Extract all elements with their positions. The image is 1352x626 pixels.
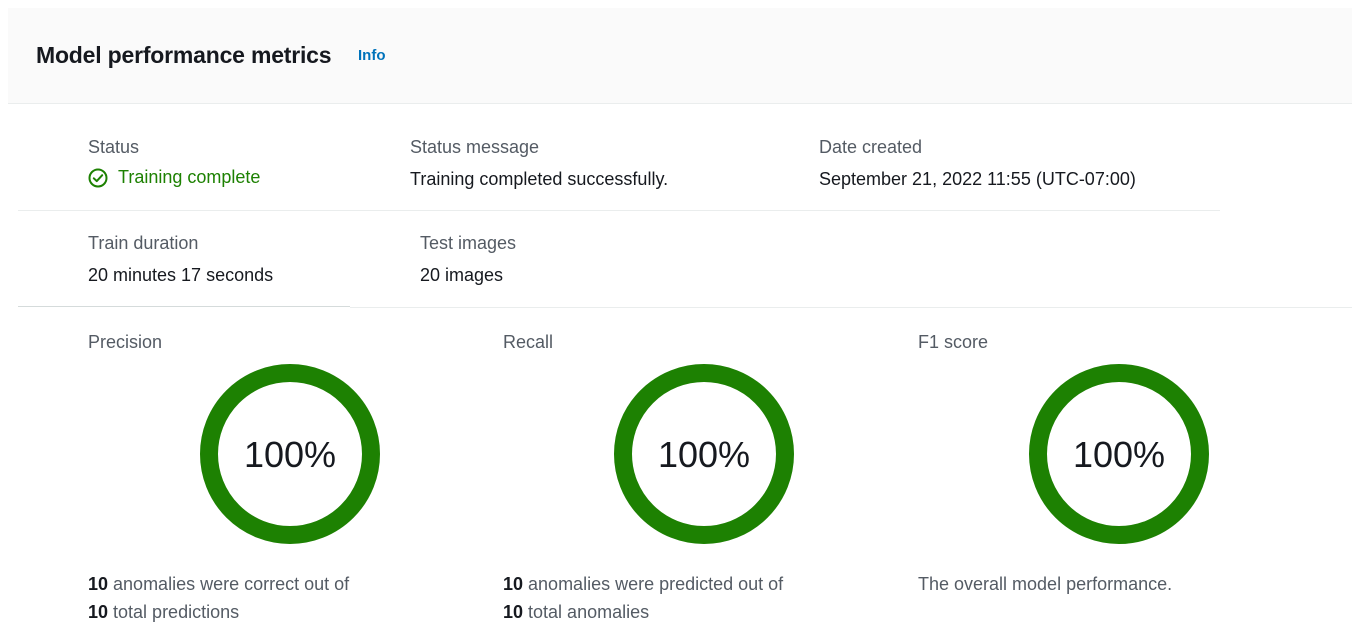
date-created-value: September 21, 2022 11:55 (UTC-07:00) [819,169,1136,189]
train-duration-label: Train duration [88,233,199,253]
precision-label: Precision [88,332,163,352]
f1-score-label: F1 score [918,332,989,352]
f1-score-description: The overall model performance. [918,574,1173,594]
page-title: Model performance metrics [36,42,332,68]
model-performance-panel: Model performance metrics Info Status Tr… [0,0,1352,622]
precision-value: 100% [243,434,337,475]
status-message-label: Status message [410,137,540,157]
row-divider [18,306,350,307]
f1-score-ring: 100% [1029,364,1209,544]
date-created-label: Date created [819,137,923,157]
panel-header: Model performance metrics Info [8,8,1352,104]
status-label: Status [88,137,140,157]
status-message-value: Training completed successfully. [410,169,669,189]
precision-description: 10 anomalies were correct out of 10 tota… [88,574,350,622]
info-link[interactable]: Info [358,47,386,64]
recall-label: Recall [503,332,554,352]
recall-value: 100% [657,434,751,475]
row-divider [350,307,1352,308]
train-duration-value: 20 minutes 17 seconds [88,265,274,285]
check-circle-icon [88,168,108,187]
test-images-label: Test images [420,233,517,253]
recall-description: 10 anomalies were predicted out of 10 to… [503,574,784,622]
row-divider [18,210,1220,211]
status-value: Training complete [88,167,260,188]
precision-ring: 100% [200,364,380,544]
recall-ring: 100% [614,364,794,544]
f1-score-value: 100% [1072,434,1166,475]
test-images-value: 20 images [420,265,504,285]
status-text: Training complete [118,167,261,187]
